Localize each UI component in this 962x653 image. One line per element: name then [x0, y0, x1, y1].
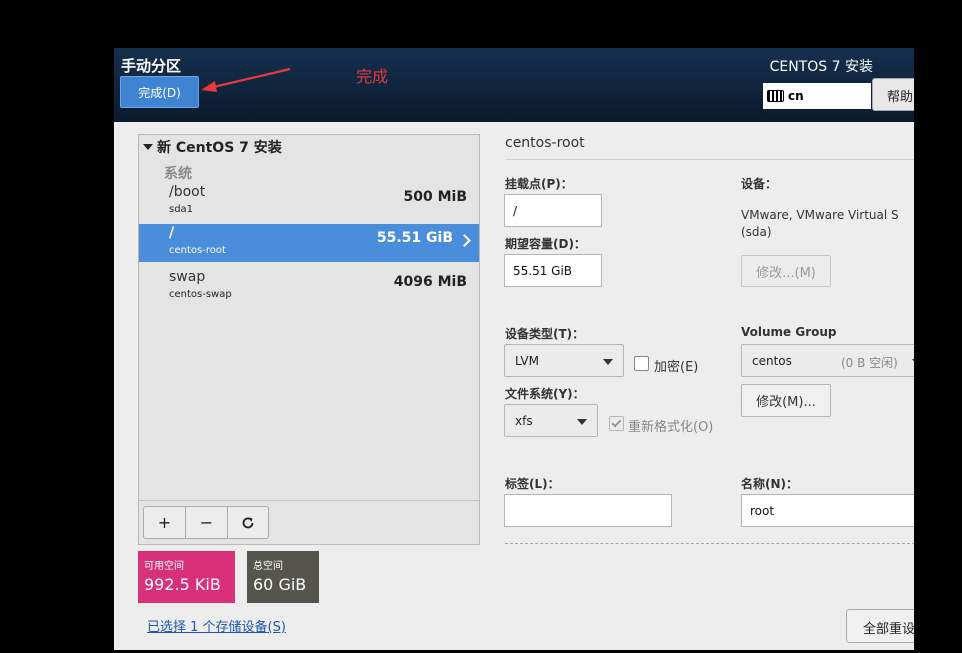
checkmark-icon	[611, 417, 622, 428]
reformat-checkbox[interactable]	[609, 416, 624, 431]
installer-window: 手动分区 完成(D) CENTOS 7 安装 cn 帮助 新 CentOS 7 …	[114, 48, 914, 650]
volume-group-value: centos	[752, 353, 792, 368]
annotation-text: 完成	[356, 67, 389, 86]
partition-row-root[interactable]: / centos-root 55.51 GiB	[139, 224, 479, 262]
total-space-label: 总空间	[253, 561, 283, 572]
volume-group-select[interactable]: centos (0 B 空闲)	[741, 344, 914, 377]
volume-group-free: (0 B 空闲)	[841, 356, 898, 370]
partition-size: 55.51 GiB	[376, 230, 453, 246]
capacity-label: 期望容量(D)：	[505, 237, 586, 251]
expand-triangle-icon	[143, 144, 153, 150]
filesystem-label: 文件系统(Y)：	[505, 387, 585, 401]
tag-input[interactable]	[504, 494, 672, 527]
name-label: 名称(N)：	[741, 477, 799, 491]
tag-label: 标签(L)：	[505, 477, 560, 491]
mount-point-input[interactable]: /	[504, 194, 602, 227]
chevron-down-icon	[603, 359, 613, 365]
volume-group-label: Volume Group	[741, 325, 837, 339]
device-modify-button[interactable]: 修改...(M)	[741, 255, 831, 287]
encrypt-label: 加密(E)	[654, 360, 699, 375]
refresh-button[interactable]	[228, 507, 268, 538]
available-space-value: 992.5 KiB	[144, 575, 221, 594]
annotation-arrow-icon	[201, 67, 291, 92]
device-type-value: LVM	[515, 353, 539, 368]
partition-device: sda1	[169, 204, 194, 215]
available-space-box: 可用空间 992.5 KiB	[138, 551, 235, 603]
total-space-value: 60 GiB	[253, 575, 307, 594]
install-group-title: 新 CentOS 7 安装	[157, 140, 282, 156]
chevron-down-icon	[912, 359, 914, 365]
device-type-select[interactable]: LVM	[504, 344, 624, 377]
system-section-label: 系统	[164, 166, 192, 182]
done-button[interactable]: 完成(D)	[120, 76, 199, 108]
device-value: VMware, VMware Virtual S (sda)	[741, 208, 899, 239]
filesystem-value: xfs	[515, 413, 533, 428]
volume-group-modify-button[interactable]: 修改(M)...	[741, 384, 831, 417]
refresh-icon	[242, 517, 254, 528]
help-button[interactable]: 帮助	[872, 78, 914, 111]
install-group-header[interactable]: 新 CentOS 7 安装	[143, 137, 282, 157]
reset-all-button[interactable]: 全部重设	[846, 609, 914, 643]
partition-name: /	[169, 225, 175, 241]
keyboard-icon	[767, 90, 784, 102]
partition-toolbar: + −	[139, 500, 479, 544]
partition-name: swap	[169, 269, 206, 285]
device-label: 设备：	[741, 177, 778, 191]
partition-size: 4096 MiB	[393, 274, 467, 290]
available-space-label: 可用空间	[144, 561, 184, 572]
name-input[interactable]: root	[741, 494, 914, 527]
selected-storage-link[interactable]: 已选择 1 个存储设备(S)	[147, 616, 286, 635]
keyboard-layout-code: cn	[788, 89, 804, 103]
total-space-box: 总空间 60 GiB	[247, 551, 319, 603]
partition-name: /boot	[169, 184, 206, 200]
page-title: 手动分区	[121, 57, 182, 75]
chevron-right-icon	[458, 234, 471, 247]
install-title: CENTOS 7 安装	[769, 59, 873, 75]
partition-size: 500 MiB	[403, 189, 468, 205]
keyboard-layout-indicator[interactable]: cn	[763, 83, 871, 109]
dashed-divider	[505, 543, 914, 544]
capacity-input[interactable]: 55.51 GiB	[504, 254, 602, 287]
partition-row-boot[interactable]: /boot sda1 500 MiB	[139, 183, 479, 221]
reformat-label: 重新格式化(O)	[628, 420, 714, 435]
partition-device: centos-swap	[169, 289, 232, 300]
partition-row-swap[interactable]: swap centos-swap 4096 MiB	[139, 268, 479, 306]
detail-divider	[505, 159, 914, 160]
mount-point-label: 挂载点(P)：	[505, 177, 573, 191]
partition-tool-group: + −	[143, 506, 269, 539]
filesystem-select[interactable]: xfs	[504, 404, 598, 437]
partition-list-panel: 新 CentOS 7 安装 系统 /boot sda1 500 MiB / ce…	[138, 134, 480, 545]
detail-title: centos-root	[505, 135, 585, 151]
device-type-label: 设备类型(T)：	[505, 327, 585, 341]
remove-partition-button[interactable]: −	[186, 507, 228, 538]
add-partition-button[interactable]: +	[144, 507, 186, 538]
chevron-down-icon	[577, 419, 587, 425]
partition-device: centos-root	[169, 245, 226, 256]
encrypt-checkbox[interactable]	[634, 356, 649, 371]
